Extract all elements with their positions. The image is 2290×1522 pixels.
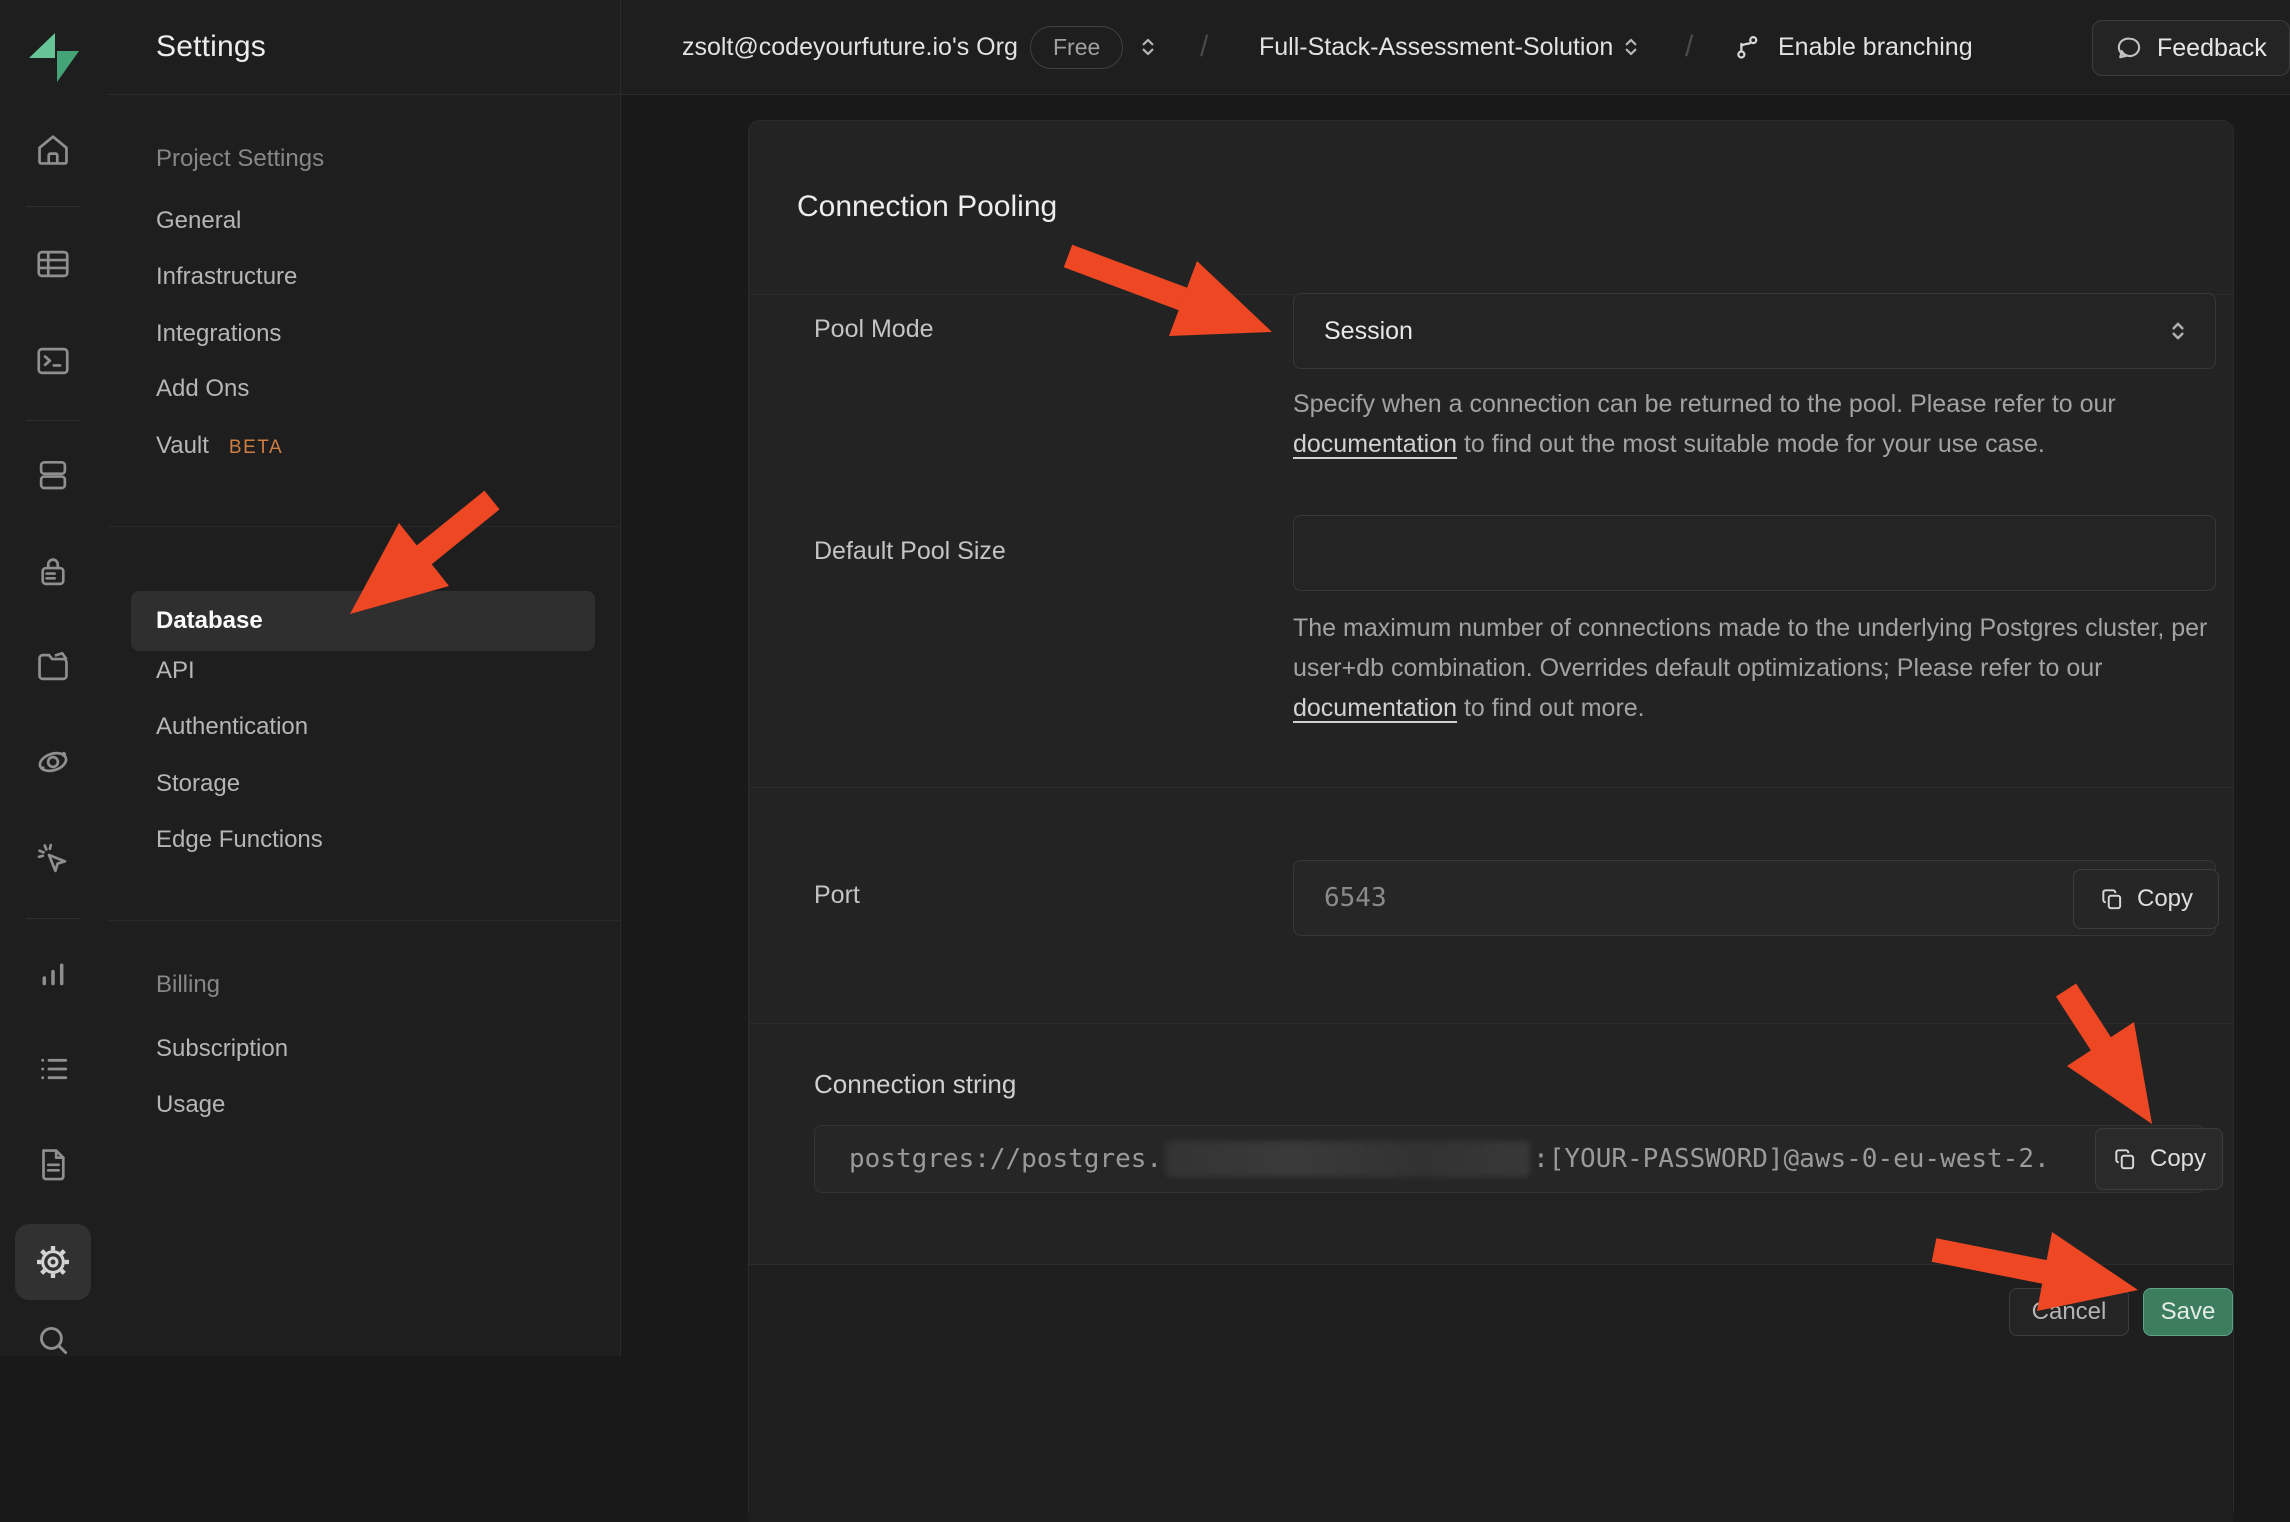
port-input[interactable]: 6543 Copy: [1293, 860, 2216, 936]
rail-divider: [26, 420, 80, 421]
advisors-cursor-icon: [34, 840, 72, 878]
documentation-link[interactable]: documentation: [1293, 694, 1457, 722]
section-divider: [749, 1023, 2233, 1024]
sidebar-item-integrations[interactable]: Integrations: [156, 320, 281, 348]
default-pool-size-description: The maximum number of connections made t…: [1293, 608, 2223, 728]
rail-item-docs[interactable]: [15, 1126, 91, 1202]
sidebar-item-subscription[interactable]: Subscription: [156, 1035, 288, 1063]
rail-item-settings[interactable]: [15, 1224, 91, 1300]
logo-bolt-bottom: [57, 51, 79, 82]
rail-item-logs[interactable]: [15, 1031, 91, 1107]
copy-icon: [2099, 886, 2125, 912]
project-name: Full-Stack-Assessment-Solution: [1259, 33, 1613, 62]
sidebar-item-database[interactable]: Database: [131, 591, 595, 651]
rail-item-home[interactable]: [15, 112, 91, 188]
rail-item-database[interactable]: [15, 437, 91, 513]
sidebar-item-usage[interactable]: Usage: [156, 1091, 225, 1119]
realtime-orbit-icon: [34, 743, 72, 781]
pool-mode-label: Pool Mode: [814, 315, 934, 344]
org-breadcrumb[interactable]: zsolt@codeyourfuture.io's Org: [682, 0, 1018, 94]
card-title: Connection Pooling: [797, 121, 1057, 293]
documentation-link[interactable]: documentation: [1293, 430, 1457, 458]
settings-gear-icon: [33, 1242, 73, 1282]
page-title: Settings: [156, 0, 266, 94]
pool-mode-value: Session: [1324, 294, 1413, 368]
card-footer: Cancel Save: [749, 1264, 2233, 1522]
rail-item-search[interactable]: [15, 1302, 91, 1378]
pool-mode-select[interactable]: Session: [1293, 293, 2216, 369]
home-icon: [34, 131, 72, 169]
port-copy-button[interactable]: Copy: [2073, 869, 2219, 929]
project-breadcrumb[interactable]: Full-Stack-Assessment-Solution: [1259, 0, 1613, 94]
sidebar-divider: [107, 526, 620, 527]
rail-item-reports[interactable]: [15, 936, 91, 1012]
org-switcher[interactable]: [1135, 0, 1161, 94]
sidebar-item-infrastructure[interactable]: Infrastructure: [156, 263, 297, 291]
beta-badge: BETA: [229, 437, 283, 458]
logs-list-icon: [34, 1050, 72, 1088]
reports-chart-icon: [34, 955, 72, 993]
storage-folder-icon: [34, 648, 72, 686]
copy-icon: [2112, 1146, 2138, 1172]
port-value: 6543: [1324, 861, 1387, 935]
topbar-divider: [620, 0, 621, 94]
logo-bolt-top: [29, 33, 55, 58]
cancel-button[interactable]: Cancel: [2009, 1288, 2129, 1336]
supabase-logo[interactable]: [23, 27, 83, 87]
chevrons-up-down-icon: [1135, 34, 1161, 60]
plan-badge[interactable]: Free: [1030, 0, 1123, 94]
connection-pooling-card: Connection Pooling Pool Mode Session Spe…: [748, 120, 2234, 1522]
sidebar-section-header: Project Settings: [156, 145, 324, 173]
sidebar-divider: [107, 920, 620, 921]
rail-item-table-editor[interactable]: [15, 226, 91, 302]
sidebar-item-general[interactable]: General: [156, 207, 241, 235]
project-switcher[interactable]: [1618, 0, 1644, 94]
default-pool-size-label: Default Pool Size: [814, 537, 1006, 566]
database-icon: [34, 456, 72, 494]
org-name: zsolt@codeyourfuture.io's Org: [682, 33, 1018, 62]
sidebar-item-add-ons[interactable]: Add Ons: [156, 375, 249, 403]
feedback-bubble-icon: [2115, 33, 2145, 63]
connection-string-field[interactable]: postgres://postgres.:[YOUR-PASSWORD]@aws…: [814, 1125, 2205, 1193]
connection-string-redacted: [1165, 1141, 1530, 1177]
connection-string-label: Connection string: [814, 1069, 1016, 1100]
sidebar-item-storage[interactable]: Storage: [156, 770, 240, 798]
connection-string-value: postgres://postgres.:[YOUR-PASSWORD]@aws…: [849, 1126, 2050, 1192]
sidebar-item-vault[interactable]: VaultBETA: [156, 432, 283, 460]
settings-sidebar: Project Settings General Infrastructure …: [107, 95, 621, 1356]
rail-item-realtime[interactable]: [15, 724, 91, 800]
breadcrumb-separator: /: [1200, 0, 1208, 94]
sidebar-item-edge-functions[interactable]: Edge Functions: [156, 826, 323, 854]
enable-branching-label: Enable branching: [1778, 33, 1973, 62]
port-label: Port: [814, 881, 860, 910]
search-icon: [34, 1321, 72, 1359]
supabase-dashboard: { "topbar": { "title": "Settings", "org_…: [0, 0, 2290, 1356]
enable-branching-button[interactable]: Enable branching: [1732, 0, 1973, 94]
auth-lock-icon: [34, 553, 72, 591]
git-branch-icon: [1732, 32, 1762, 62]
icon-rail: [0, 0, 108, 1356]
sidebar-item-authentication[interactable]: Authentication: [156, 713, 308, 741]
rail-item-storage[interactable]: [15, 629, 91, 705]
save-button[interactable]: Save: [2143, 1288, 2233, 1336]
rail-divider: [26, 918, 80, 919]
pool-mode-description: Specify when a connection can be returne…: [1293, 384, 2223, 464]
rail-item-authentication[interactable]: [15, 534, 91, 610]
top-bar: Settings zsolt@codeyourfuture.io's Org F…: [107, 0, 2290, 95]
chevrons-up-down-icon: [1618, 34, 1644, 60]
chevrons-up-down-icon: [2163, 316, 2193, 346]
default-pool-size-input[interactable]: [1293, 515, 2216, 591]
connection-string-copy-button[interactable]: Copy: [2095, 1128, 2223, 1190]
section-divider: [749, 787, 2233, 788]
rail-item-sql-editor[interactable]: [15, 323, 91, 399]
docs-file-icon: [34, 1145, 72, 1183]
sidebar-section-header: Billing: [156, 971, 220, 999]
breadcrumb-separator: /: [1685, 0, 1693, 94]
rail-item-advisors[interactable]: [15, 821, 91, 897]
table-editor-icon: [34, 245, 72, 283]
sidebar-item-api[interactable]: API: [156, 657, 195, 685]
feedback-button[interactable]: Feedback: [2092, 20, 2290, 76]
rail-divider: [26, 206, 80, 207]
sql-editor-icon: [34, 342, 72, 380]
